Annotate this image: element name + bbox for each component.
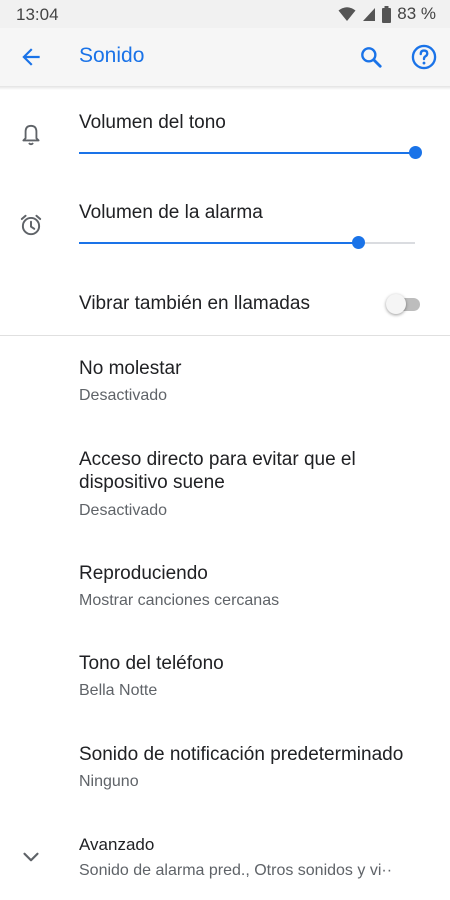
ringer-volume-thumb[interactable] bbox=[409, 146, 422, 159]
ringer-volume-row: Volumen del tono bbox=[0, 100, 450, 180]
cellular-signal-icon bbox=[363, 8, 376, 21]
list-item-title: Avanzado bbox=[79, 835, 155, 854]
list-item-title: Reproduciendo bbox=[79, 563, 208, 584]
list-item-ringtone[interactable]: Tono del teléfono Bella Notte bbox=[0, 640, 450, 720]
list-item-title-line2: dispositivo suene bbox=[79, 472, 225, 493]
list-item-title: No molestar bbox=[79, 358, 182, 379]
status-time: 13:04 bbox=[16, 5, 59, 24]
list-item-title: Sonido de notificación predeterminado bbox=[79, 744, 404, 765]
app-bar: Sonido bbox=[0, 28, 450, 86]
list-item-title: Tono del teléfono bbox=[79, 653, 224, 674]
list-item-notification-sound[interactable]: Sonido de notificación predeterminado Ni… bbox=[0, 731, 450, 811]
alarm-volume-row: Volumen de la alarma bbox=[0, 190, 450, 270]
list-item-subtitle: Mostrar canciones cercanas bbox=[79, 592, 280, 609]
list-item-do-not-disturb[interactable]: No molestar Desactivado bbox=[0, 345, 450, 425]
status-icons: 83 % bbox=[338, 4, 436, 24]
alarm-volume-slider[interactable] bbox=[79, 236, 415, 249]
ringer-volume-slider[interactable] bbox=[79, 146, 422, 159]
alarm-clock-icon bbox=[20, 214, 42, 236]
vibrate-label: Vibrar también en llamadas bbox=[79, 293, 310, 314]
wifi-icon bbox=[338, 7, 356, 21]
ringer-volume-fill bbox=[79, 152, 415, 154]
vibrate-row[interactable]: Vibrar también en llamadas bbox=[0, 280, 450, 330]
list-item-subtitle: Sonido de alarma pred., Otros sonidos y … bbox=[79, 862, 393, 879]
search-icon[interactable] bbox=[358, 44, 384, 70]
status-bar: 13:04 83 % bbox=[0, 0, 450, 28]
vibrate-toggle[interactable] bbox=[386, 293, 420, 315]
list-item-subtitle: Desactivado bbox=[79, 387, 168, 404]
page-title: Sonido bbox=[79, 44, 145, 67]
alarm-volume-label: Volumen de la alarma bbox=[79, 202, 263, 223]
battery-percent: 83 % bbox=[397, 4, 436, 23]
app-bar-shadow bbox=[0, 86, 450, 90]
battery-icon bbox=[382, 5, 392, 23]
list-item-now-playing[interactable]: Reproduciendo Mostrar canciones cercanas bbox=[0, 550, 450, 630]
help-icon[interactable] bbox=[410, 43, 438, 71]
list-item-title-line1: Acceso directo para evitar que el bbox=[79, 449, 356, 470]
section-divider bbox=[0, 335, 450, 336]
list-item-subtitle: Bella Notte bbox=[79, 682, 158, 699]
chevron-down-icon bbox=[23, 852, 39, 862]
list-item-silence-shortcut[interactable]: Acceso directo para evitar que el dispos… bbox=[0, 438, 450, 538]
ringer-volume-label: Volumen del tono bbox=[79, 112, 226, 133]
list-item-advanced[interactable]: Avanzado Sonido de alarma pred., Otros s… bbox=[0, 825, 450, 895]
alarm-volume-thumb[interactable] bbox=[351, 236, 365, 249]
vibrate-toggle-thumb bbox=[386, 294, 406, 314]
list-item-subtitle: Ninguno bbox=[79, 773, 139, 790]
back-arrow-icon[interactable] bbox=[18, 44, 44, 70]
bell-icon bbox=[22, 124, 40, 146]
alarm-volume-fill bbox=[79, 242, 358, 244]
list-item-subtitle: Desactivado bbox=[79, 502, 168, 519]
